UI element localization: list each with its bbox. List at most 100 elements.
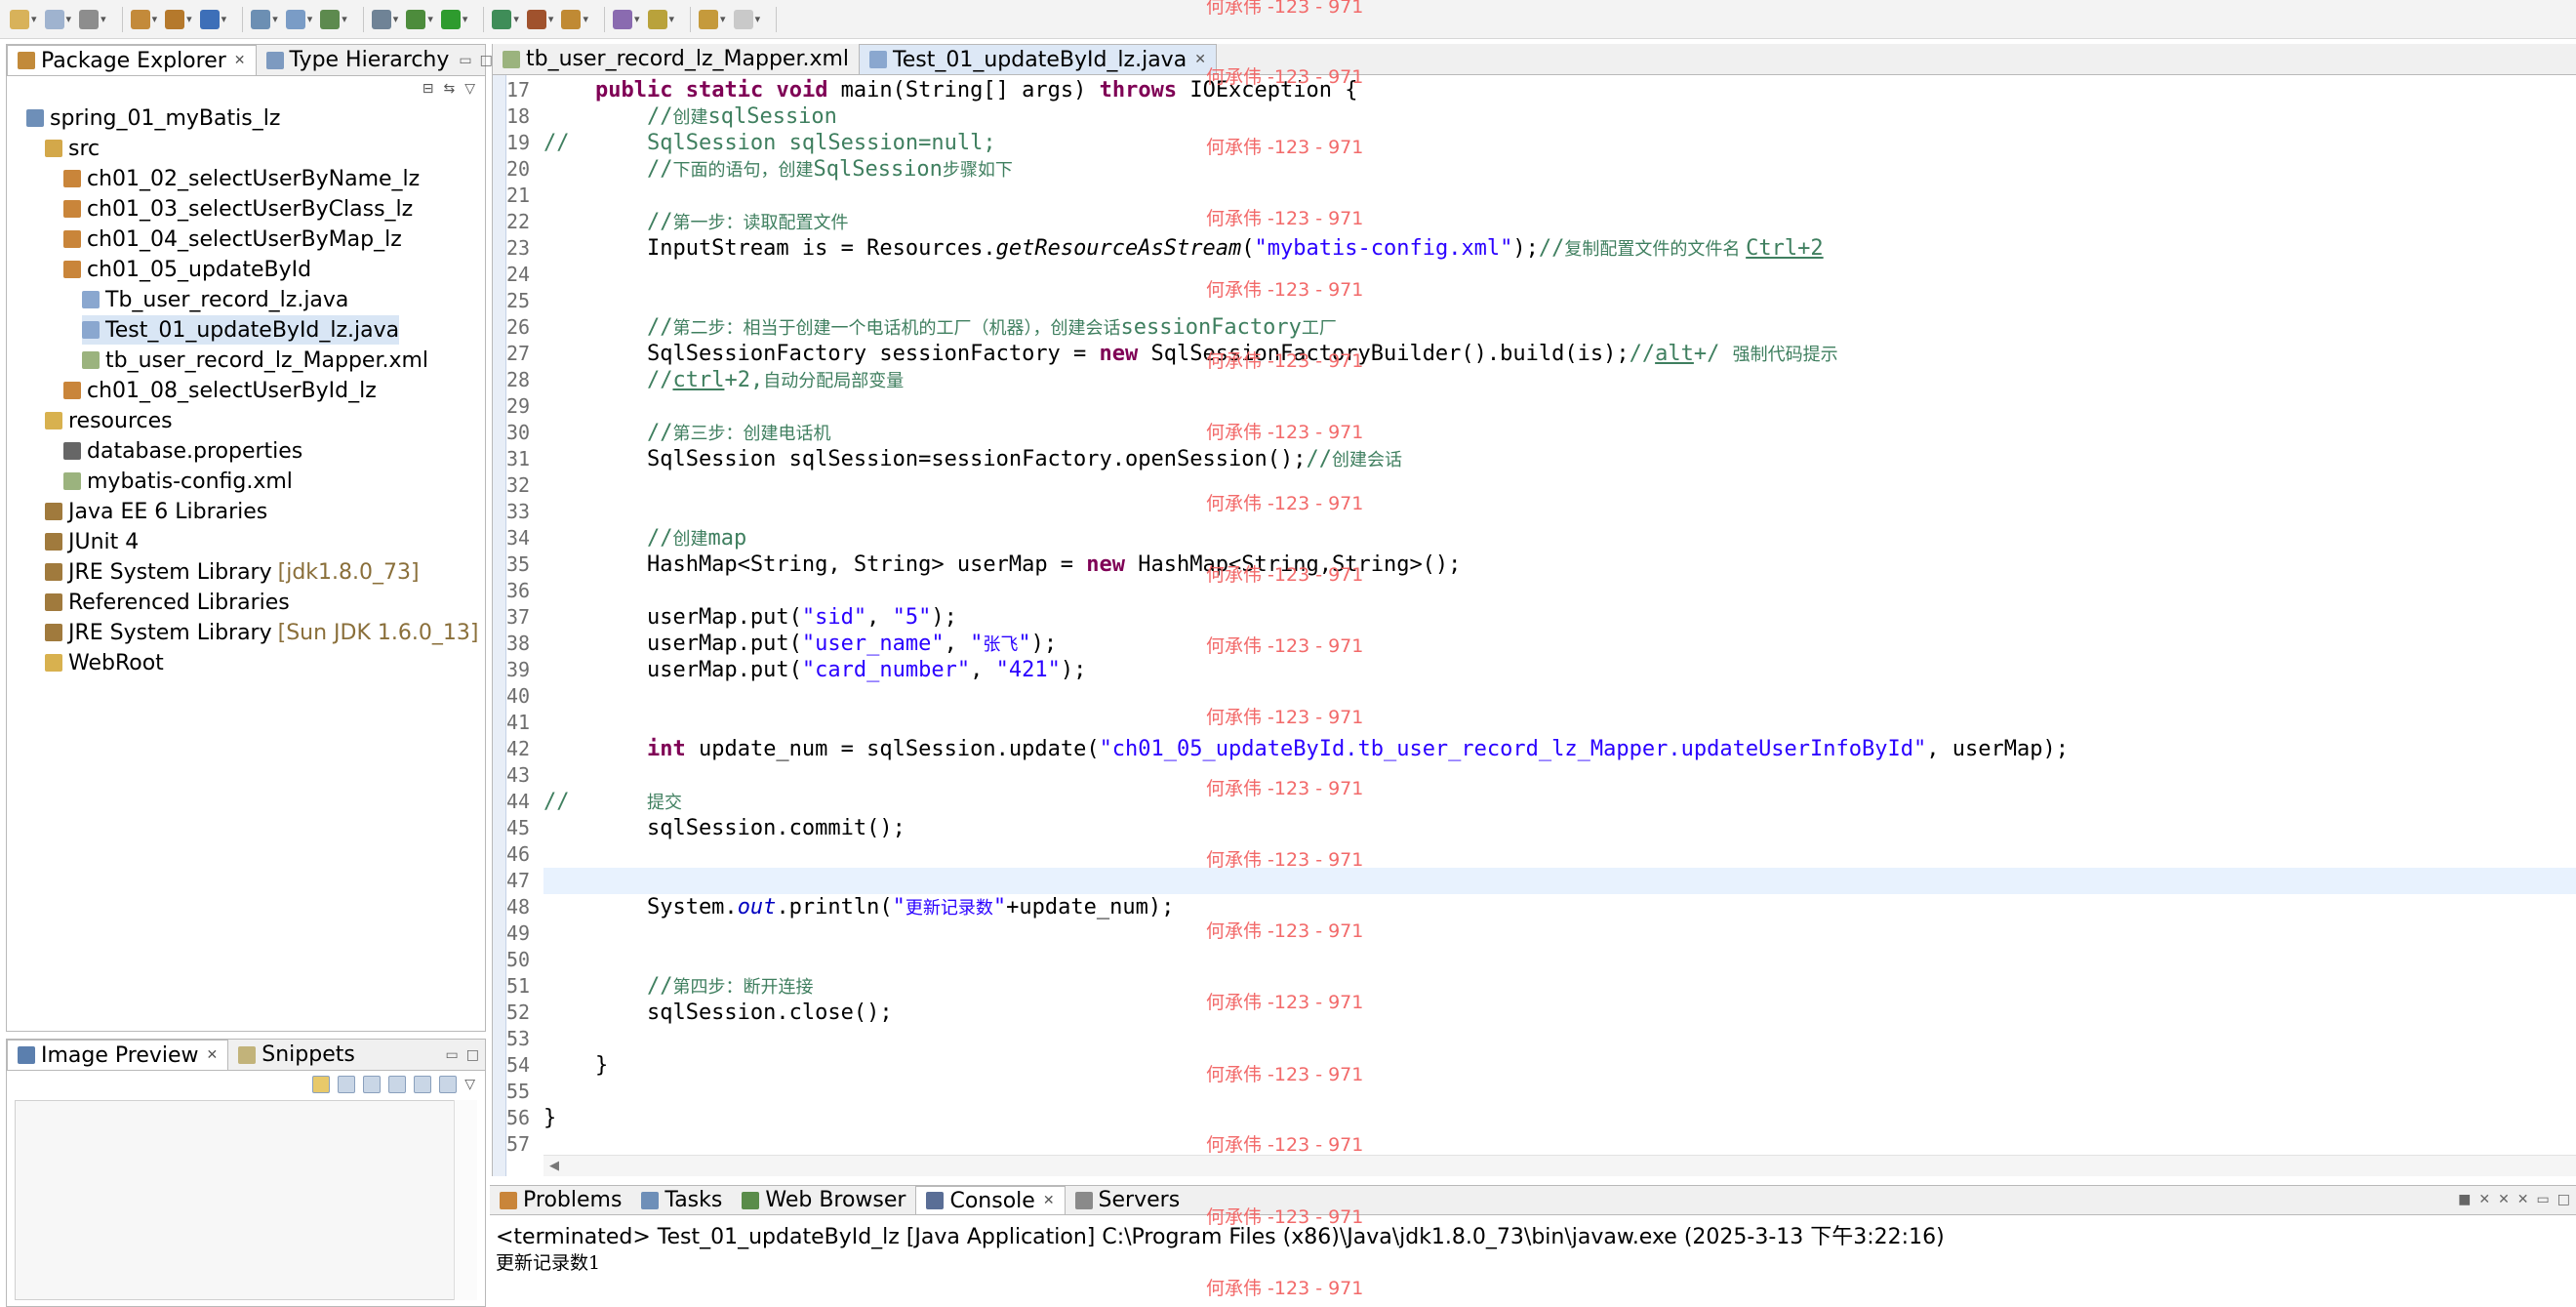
tree-item[interactable]: mybatis-config.xml [63,467,293,496]
chevron-down-icon[interactable]: ▾ [307,13,313,25]
chevron-down-icon[interactable]: ▾ [342,13,347,25]
tree-item[interactable]: ch01_03_selectUserByClass_lz [63,194,413,224]
back-button[interactable]: ▾ [699,4,730,35]
tree-item[interactable]: Test_01_updateById_lz.java [82,315,400,345]
code-line[interactable]: InputStream is = Resources.getResourceAs… [543,235,2576,262]
perspective-button[interactable]: ▾ [561,4,592,35]
tree-item[interactable]: resources [45,406,173,435]
chevron-down-icon[interactable]: ▾ [152,13,158,25]
run-config-button[interactable]: ▾ [492,4,523,35]
remove-all-icon[interactable]: ✕ [2498,1192,2510,1207]
chevron-down-icon[interactable]: ▾ [101,13,106,25]
zoom-in-icon[interactable] [388,1076,407,1093]
tree-item[interactable]: ch01_05_updateById [63,255,311,284]
code-line[interactable] [543,841,2576,868]
tab-type-hierarchy[interactable]: Type Hierarchy [257,45,460,75]
tab-servers[interactable]: Servers [1066,1186,1190,1214]
view-menu-icon[interactable]: ▽ [464,1077,475,1092]
task-button[interactable]: ▾ [612,4,644,35]
code-line[interactable]: HashMap<String, String> userMap = new Ha… [543,551,2576,578]
chevron-down-icon[interactable]: ▾ [720,13,726,25]
code-line[interactable]: // 提交 [543,789,2576,815]
code-line[interactable]: //第一步：读取配置文件 [543,209,2576,235]
chevron-down-icon[interactable]: ▾ [548,13,554,25]
close-icon[interactable]: ✕ [1043,1193,1055,1208]
zoom-out-icon[interactable] [363,1076,382,1093]
code-line[interactable] [543,288,2576,314]
tree-item[interactable]: WebRoot [45,648,164,677]
tree-item[interactable]: tb_user_record_lz_Mapper.xml [82,346,428,375]
deploy-button[interactable]: ▾ [320,4,351,35]
code-line[interactable]: //第二步：相当于创建一个电话机的工厂（机器），创建会话sessionFacto… [543,314,2576,341]
tab-package-explorer[interactable]: Package Explorer ✕ [7,45,257,75]
chevron-down-icon[interactable]: ▾ [513,13,519,25]
tree-item[interactable]: database.properties [63,436,302,466]
save-image-icon[interactable] [338,1076,356,1093]
tree-item[interactable]: JRE System Library [Sun JDK 1.6.0_13] [45,618,478,647]
new-java-project-button[interactable]: ▾ [130,4,162,35]
maximize-icon[interactable]: □ [480,53,493,68]
tab-snippets[interactable]: Snippets [228,1040,365,1070]
chevron-down-icon[interactable]: ▾ [272,13,278,25]
remove-launch-icon[interactable]: ✕ [2478,1192,2490,1207]
code-line[interactable]: // SqlSession sqlSession=null; [543,130,2576,156]
code-line[interactable]: userMap.put("sid", "5"); [543,604,2576,631]
code-line[interactable] [543,868,2576,894]
chevron-down-icon[interactable]: ▾ [427,13,433,25]
debug-button[interactable]: ▾ [406,4,437,35]
tree-item[interactable]: Referenced Libraries [45,588,290,617]
code-line[interactable]: userMap.put("user_name", "张飞"); [543,631,2576,657]
tab-web-browser[interactable]: Web Browser [732,1186,915,1214]
code-line[interactable]: //下面的语句，创建SqlSession步骤如下 [543,156,2576,183]
external-tools-button[interactable]: ▾ [526,4,558,35]
code-line[interactable] [543,262,2576,288]
code-line[interactable] [543,183,2576,209]
collapse-all-icon[interactable]: ⊟ [423,81,434,97]
close-icon[interactable]: ✕ [1194,52,1206,67]
code-line[interactable] [543,1131,2576,1158]
stop-icon[interactable]: ■ [2458,1192,2471,1207]
chevron-down-icon[interactable]: ▾ [66,13,72,25]
close-icon[interactable]: ✕ [234,53,246,68]
editor-tab[interactable]: Test_01_updateById_lz.java ✕ [859,44,1217,74]
code-line[interactable]: //创建sqlSession [543,103,2576,130]
editor-tab[interactable]: tb_user_record_lz_Mapper.xml [493,44,859,74]
annotation-button[interactable]: ▾ [647,4,679,35]
minimize-icon[interactable]: ▭ [446,1047,459,1063]
actual-size-icon[interactable] [439,1076,458,1093]
print-button[interactable]: ▾ [79,4,110,35]
code-line[interactable]: sqlSession.commit(); [543,815,2576,841]
fit-icon[interactable] [414,1076,432,1093]
code-area[interactable]: 17 18 19 20 21 22 23 24 25 26 27 28 29 30 31 32 33 34 35 36… [492,75,2576,1176]
view-menu-icon[interactable]: ▽ [464,81,475,97]
save-button[interactable]: ▾ [44,4,76,35]
new-button[interactable]: ▾ [10,4,41,35]
code-line[interactable]: //第三步：创建电话机 [543,420,2576,446]
code-line[interactable]: } [543,1105,2576,1131]
code-line[interactable]: SqlSession sqlSession=sessionFactory.ope… [543,446,2576,472]
tree-item[interactable]: Tb_user_record_lz.java [82,285,348,314]
chevron-down-icon[interactable]: ▾ [634,13,640,25]
code-line[interactable] [543,393,2576,420]
tree-item[interactable]: JRE System Library [jdk1.8.0_73] [45,557,420,587]
server-button[interactable]: ▾ [371,4,403,35]
close-icon[interactable]: ✕ [207,1047,219,1063]
minimize-icon[interactable]: ▭ [459,53,471,68]
code-line[interactable] [543,683,2576,710]
link-icon[interactable] [312,1076,331,1093]
tree-item[interactable]: spring_01_myBatis_lz [26,103,280,133]
chevron-down-icon[interactable]: ▾ [31,13,37,25]
code-line[interactable] [543,578,2576,604]
tab-tasks[interactable]: Tasks [631,1186,732,1214]
tree-item[interactable]: src [45,134,100,163]
horizontal-scrollbar[interactable]: ◀ [543,1155,2576,1176]
code-line[interactable] [543,1079,2576,1105]
new-class-button[interactable]: ▾ [199,4,231,35]
tree-item[interactable]: ch01_02_selectUserByName_lz [63,164,420,193]
code-line[interactable]: userMap.put("card_number", "421"); [543,657,2576,683]
chevron-down-icon[interactable]: ▾ [393,13,399,25]
code-line[interactable]: SqlSessionFactory sessionFactory = new S… [543,341,2576,367]
chevron-down-icon[interactable]: ▾ [186,13,192,25]
maximize-icon[interactable]: □ [466,1047,479,1063]
tree-item[interactable]: Java EE 6 Libraries [45,497,267,526]
